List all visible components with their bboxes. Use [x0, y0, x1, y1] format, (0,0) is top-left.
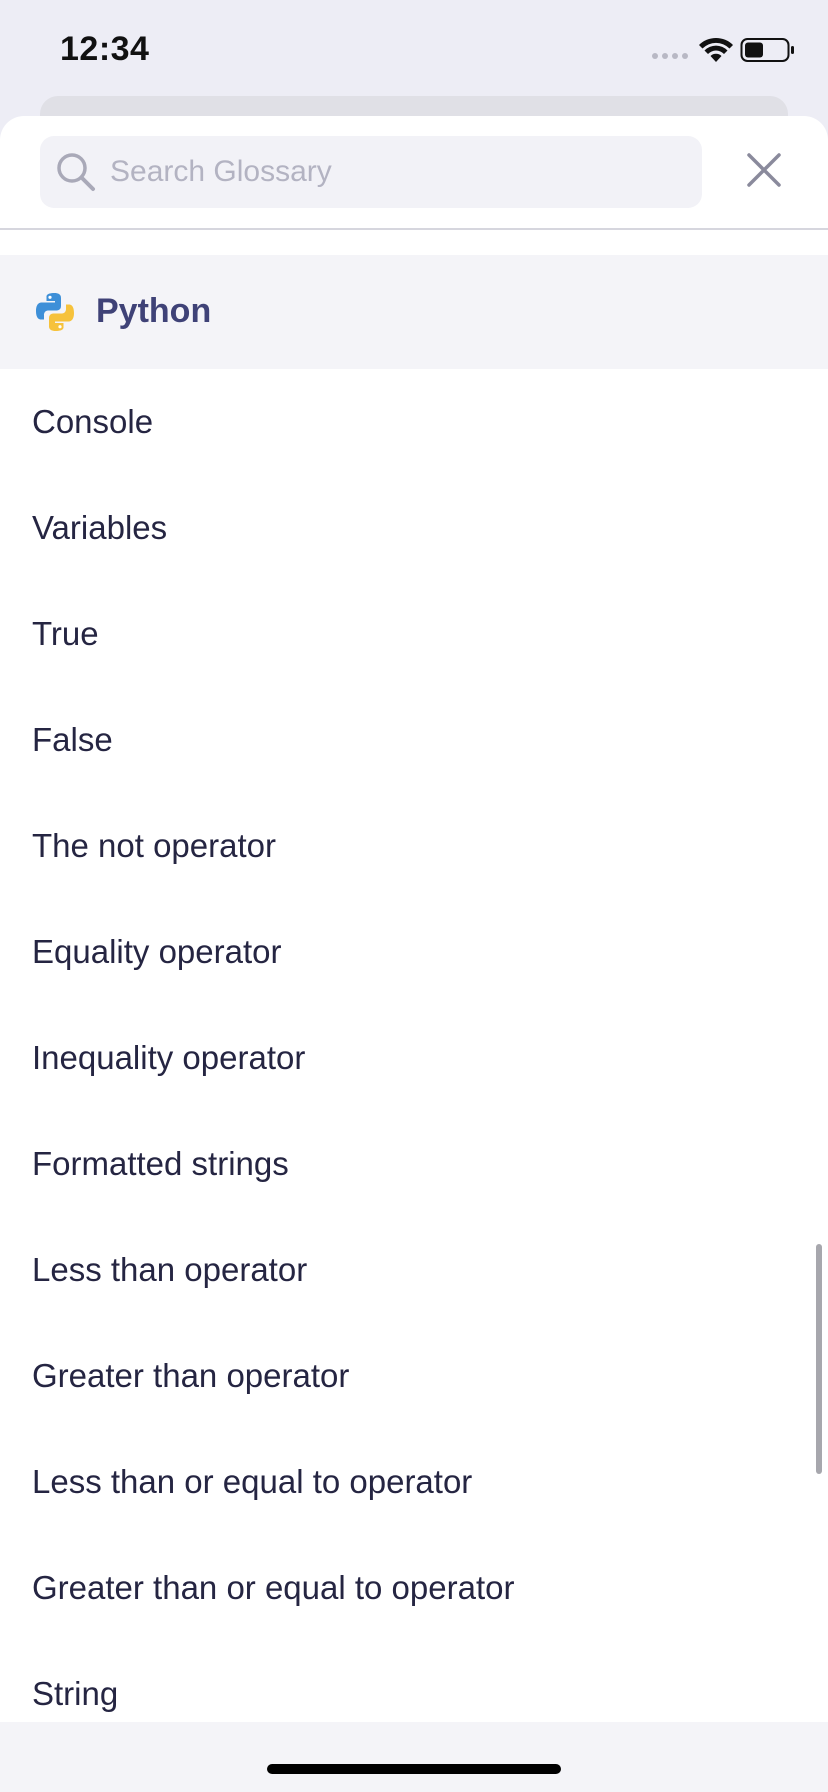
term-label: String	[32, 1675, 119, 1712]
list-item[interactable]: Less than operator	[0, 1217, 828, 1323]
list-item[interactable]: Variables	[0, 475, 828, 581]
term-label: Greater than or equal to operator	[32, 1569, 515, 1606]
status-time: 12:34	[60, 30, 150, 68]
term-label: The not operator	[32, 827, 276, 864]
term-label: Inequality operator	[32, 1039, 306, 1076]
term-label: False	[32, 721, 113, 758]
section-title: Python	[96, 292, 212, 330]
list-item[interactable]: The not operator	[0, 793, 828, 899]
search-input[interactable]	[110, 136, 680, 208]
search-bar[interactable]	[40, 136, 702, 208]
list-item[interactable]: True	[0, 581, 828, 687]
python-logo-icon	[36, 293, 74, 331]
term-label: Less than or equal to operator	[32, 1463, 473, 1500]
close-icon[interactable]	[744, 150, 784, 190]
term-label: Formatted strings	[32, 1145, 289, 1182]
term-label: Greater than operator	[32, 1357, 350, 1394]
list-item[interactable]: Inequality operator	[0, 1005, 828, 1111]
divider	[0, 228, 828, 230]
search-icon	[57, 153, 95, 191]
list-item[interactable]: Console	[0, 369, 828, 475]
list-item[interactable]: Greater than operator	[0, 1323, 828, 1429]
wifi-icon	[699, 37, 733, 62]
section-header-python: Python	[0, 255, 828, 369]
scroll-indicator[interactable]	[816, 1244, 822, 1474]
status-bar: 12:34	[0, 0, 828, 100]
list-item[interactable]: Greater than or equal to operator	[0, 1535, 828, 1641]
term-label: Variables	[32, 509, 168, 546]
home-indicator[interactable]	[267, 1764, 561, 1774]
battery-icon	[740, 38, 794, 62]
term-label: Equality operator	[32, 933, 282, 970]
bottom-safe-area	[0, 1722, 828, 1792]
list-item[interactable]: Less than or equal to operator	[0, 1429, 828, 1535]
list-item[interactable]: Equality operator	[0, 899, 828, 1005]
term-label: Less than operator	[32, 1251, 308, 1288]
term-label: Console	[32, 403, 154, 440]
cellular-signal-icon	[652, 53, 688, 59]
glossary-term-list: Console Variables True False The not operato…	[0, 369, 828, 1747]
list-item[interactable]: False	[0, 687, 828, 793]
list-item[interactable]: Formatted strings	[0, 1111, 828, 1217]
term-label: True	[32, 615, 99, 652]
glossary-sheet: Python Console Variables True False The not …	[0, 116, 828, 1792]
